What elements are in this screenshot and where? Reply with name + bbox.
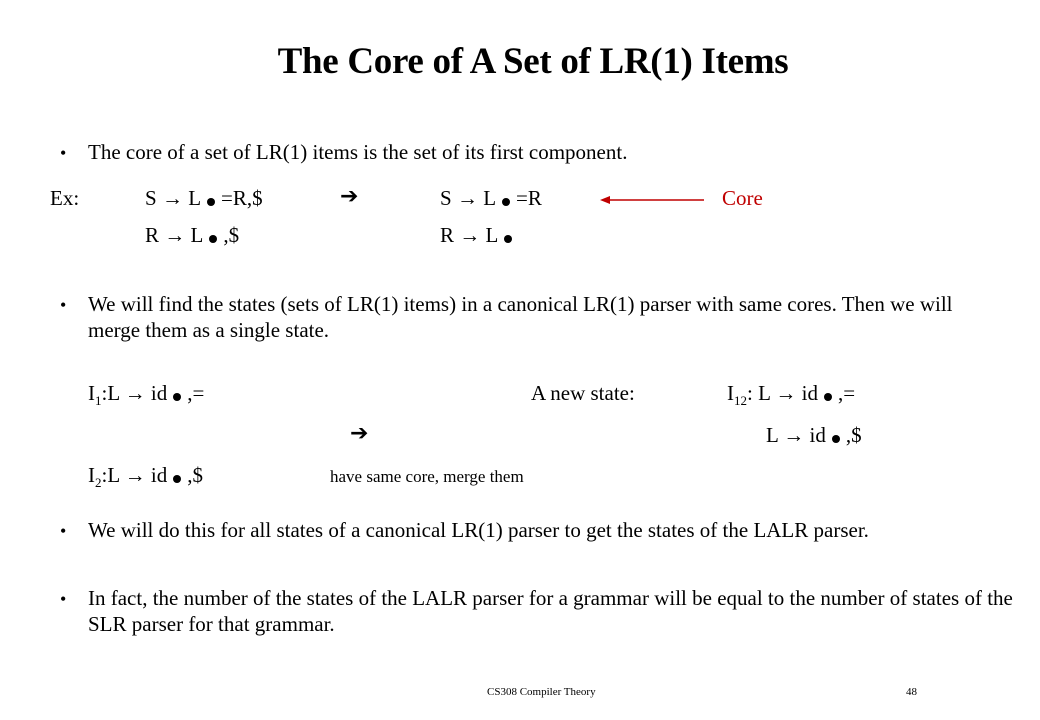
bullet-text-lalr-states: We will do this for all states of a cano…	[88, 518, 869, 542]
state-item: : L → id	[747, 381, 818, 405]
example-label: Ex:	[50, 186, 80, 210]
state-lookahead: ,=	[837, 381, 856, 405]
state-name: I	[88, 381, 95, 405]
item-dot-icon	[173, 475, 182, 483]
core-item-r: R → L	[440, 222, 518, 248]
lr1-item-r: R → L ,$	[145, 222, 239, 248]
item-before-dot: L	[190, 223, 204, 247]
bullet-text-slr-equal: In fact, the number of the states of the…	[88, 586, 1013, 636]
merge-note: have same core, merge them	[330, 467, 524, 486]
production-arrow: →	[164, 223, 186, 247]
implies-arrow-icon: ➔	[340, 184, 359, 209]
footer-course: CS308 Compiler Theory	[487, 686, 596, 698]
state-item: L → id	[766, 423, 826, 447]
item-before-dot: L	[188, 186, 202, 210]
page-number: 48	[906, 686, 917, 698]
production-arrow: →	[161, 186, 183, 210]
item-dot-icon	[504, 235, 513, 243]
bullet-marker: •	[60, 143, 67, 163]
state-i2: I2:L → id ,$	[88, 462, 203, 496]
state-lookahead: ,$	[187, 463, 203, 487]
state-item: :L → id	[101, 463, 168, 487]
item-dot-icon	[173, 393, 182, 401]
state-item: :L → id	[101, 381, 168, 405]
production-arrow: →	[456, 186, 478, 210]
item-lhs: R	[145, 223, 160, 247]
item-before-dot: L	[485, 223, 499, 247]
bullet-text-core-definition: The core of a set of LR(1) items is the …	[88, 140, 628, 164]
core-pointer-arrow-icon	[600, 196, 704, 204]
bullet-marker: •	[60, 589, 67, 609]
item-before-dot: L	[483, 186, 497, 210]
implies-arrow-icon: ➔	[350, 421, 369, 446]
state-i12: I12: L → id ,=	[727, 380, 855, 414]
state-subscript: 12	[734, 393, 747, 408]
lr1-item-s: S → L =R,$	[145, 185, 263, 211]
item-after-dot: =R	[516, 186, 542, 210]
new-state-label: A new state:	[531, 381, 635, 405]
bullet-marker: •	[60, 295, 67, 315]
core-item-s: S → L =R	[440, 185, 542, 211]
production-arrow: →	[459, 223, 481, 247]
item-after-dot: =R,$	[221, 186, 263, 210]
item-dot-icon	[831, 435, 840, 443]
item-dot-icon	[823, 393, 832, 401]
item-after-dot: ,$	[223, 223, 240, 247]
state-name: I	[88, 463, 95, 487]
state-name: I	[727, 381, 734, 405]
bullet-marker: •	[60, 521, 67, 541]
item-dot-icon	[207, 198, 216, 206]
item-dot-icon	[209, 235, 218, 243]
item-lhs: S	[145, 186, 157, 210]
core-label: Core	[722, 186, 763, 210]
item-dot-icon	[502, 198, 511, 206]
item-lhs: S	[440, 186, 452, 210]
state-lookahead: ,$	[845, 423, 862, 447]
slide-title: The Core of A Set of LR(1) Items	[277, 41, 789, 82]
state-i12-item2: L → id ,$	[766, 422, 862, 448]
state-lookahead: ,=	[187, 381, 205, 405]
item-lhs: R	[440, 223, 455, 247]
state-i1: I1:L → id ,=	[88, 380, 204, 414]
bullet-text-merge-states: We will find the states (sets of LR(1) i…	[88, 292, 953, 342]
